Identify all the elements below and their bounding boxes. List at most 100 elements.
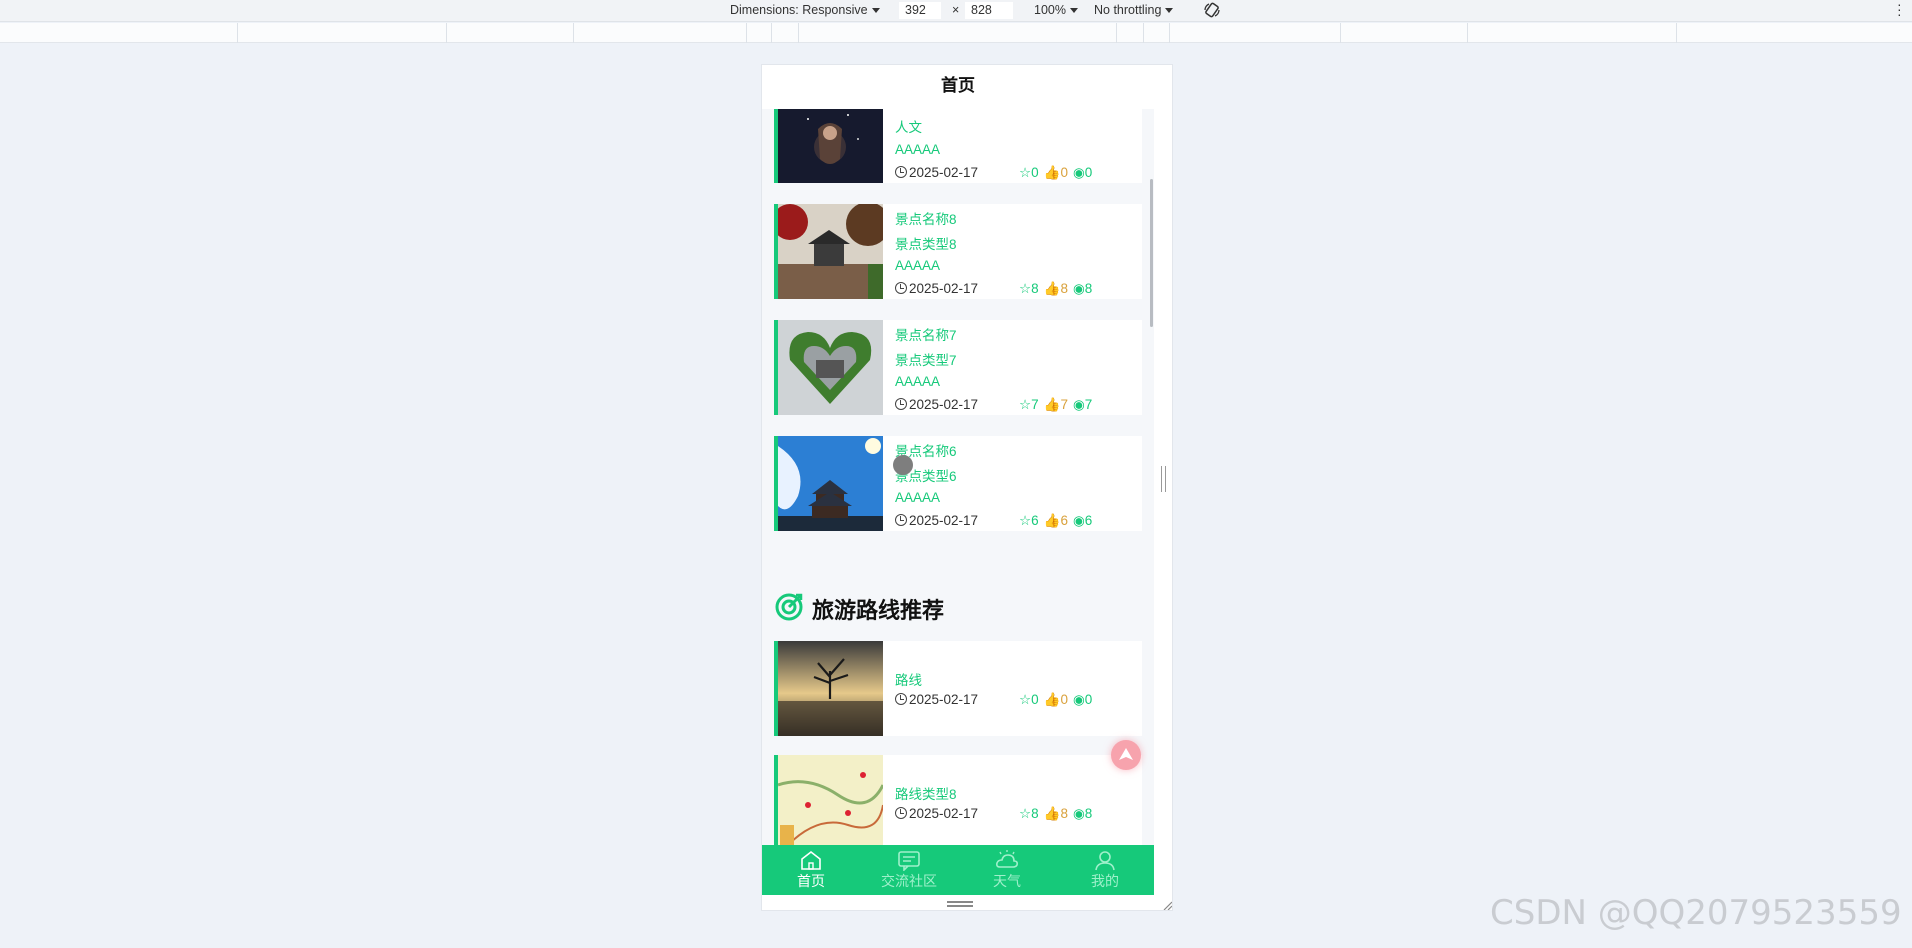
clock-icon <box>895 514 907 526</box>
thumbs-up-icon: 👍 <box>1043 165 1061 180</box>
page-content[interactable]: 人文 AAAAA 2025-02-17 ☆0 👍0 ◉0 景点名称8 景点类型8… <box>762 109 1154 845</box>
width-input[interactable]: 392 <box>899 2 941 19</box>
favorite-count[interactable]: ☆6 <box>1019 513 1039 528</box>
favorite-count[interactable]: ☆0 <box>1019 692 1039 707</box>
eye-icon: ◉ <box>1072 165 1085 180</box>
back-to-top-button[interactable] <box>1111 740 1141 770</box>
spot-card[interactable]: 人文 AAAAA 2025-02-17 ☆0 👍0 ◉0 <box>774 109 1142 183</box>
corner-resize-icon[interactable] <box>1162 900 1172 910</box>
home-icon <box>801 850 821 870</box>
thumbs-up-icon: 👍 <box>1043 692 1061 707</box>
routes-section-title: 旅游路线推荐 <box>774 592 944 625</box>
favorite-count[interactable]: ☆8 <box>1019 281 1039 296</box>
view-count: ◉0 <box>1072 165 1093 180</box>
spot-name[interactable]: 景点名称8 <box>895 208 957 228</box>
user-icon <box>1095 851 1115 871</box>
bottom-tabbar: 首页 交流社区 天气 我的 <box>762 845 1154 895</box>
side-resize-handle[interactable] <box>1161 466 1166 492</box>
spot-date: 2025-02-17 <box>895 513 978 528</box>
spot-name[interactable]: 景点名称7 <box>895 324 957 344</box>
page-title: 首页 <box>762 65 1154 109</box>
view-count: ◉8 <box>1072 806 1093 821</box>
route-stats: ☆0 👍0 ◉0 <box>1019 692 1097 708</box>
thumbs-up-icon: 👍 <box>1043 281 1061 296</box>
spot-level: AAAAA <box>895 374 941 389</box>
route-date: 2025-02-17 <box>895 692 978 707</box>
spot-type: 人文 <box>895 120 922 135</box>
route-type[interactable]: 路线 <box>895 669 922 689</box>
target-icon <box>775 593 803 621</box>
route-image <box>778 641 883 736</box>
clock-icon <box>895 398 907 410</box>
spot-type: 景点类型8 <box>895 237 957 252</box>
like-count[interactable]: 👍7 <box>1044 397 1068 412</box>
spot-card[interactable]: 景点名称6 景点类型6 AAAAA 2025-02-17 ☆6 👍6 ◉6 <box>774 436 1142 531</box>
route-image <box>778 755 883 845</box>
favorite-count[interactable]: ☆0 <box>1019 165 1039 180</box>
like-count[interactable]: 👍8 <box>1044 281 1068 296</box>
spot-image <box>778 204 883 299</box>
dimensions-dropdown[interactable]: Dimensions: Responsive <box>730 3 880 17</box>
spot-stats: ☆8 👍8 ◉8 <box>1019 281 1097 297</box>
scrollbar[interactable] <box>1150 179 1153 327</box>
clock-icon <box>895 807 907 819</box>
media-query-ruler <box>0 23 1912 43</box>
throttling-dropdown[interactable]: No throttling <box>1094 3 1174 17</box>
height-input[interactable]: 828 <box>965 2 1013 19</box>
spot-level: AAAAA <box>895 142 941 157</box>
more-options-icon[interactable]: · · · <box>1897 0 1902 21</box>
tab-home[interactable]: 首页 <box>762 845 860 895</box>
spot-stats: ☆7 👍7 ◉7 <box>1019 397 1097 413</box>
route-card[interactable]: 路线 2025-02-17 ☆0 👍0 ◉0 <box>774 641 1142 736</box>
spot-image <box>778 109 883 183</box>
eye-icon: ◉ <box>1072 513 1085 528</box>
spot-level: AAAAA <box>895 490 941 505</box>
tab-weather[interactable]: 天气 <box>958 845 1056 895</box>
watermark: CSDN @QQ2079523559 <box>1490 893 1902 933</box>
view-count: ◉0 <box>1072 692 1093 707</box>
route-type[interactable]: 路线类型8 <box>895 783 957 803</box>
chat-icon <box>898 851 920 871</box>
bottom-resize-handle[interactable] <box>947 901 973 903</box>
spot-date: 2025-02-17 <box>895 165 978 180</box>
spot-level: AAAAA <box>895 258 941 273</box>
spot-image <box>778 320 883 415</box>
spot-stats: ☆0 👍0 ◉0 <box>1019 165 1097 181</box>
like-count[interactable]: 👍8 <box>1044 806 1068 821</box>
thumbs-up-icon: 👍 <box>1043 513 1061 528</box>
spot-card[interactable]: 景点名称8 景点类型8 AAAAA 2025-02-17 ☆8 👍8 ◉8 <box>774 204 1142 299</box>
tab-community[interactable]: 交流社区 <box>860 845 958 895</box>
spot-image <box>778 436 883 531</box>
tab-mine[interactable]: 我的 <box>1056 845 1154 895</box>
thumbs-up-icon: 👍 <box>1043 806 1061 821</box>
thumbs-up-icon: 👍 <box>1043 397 1061 412</box>
zoom-dropdown[interactable]: 100% <box>1034 3 1078 17</box>
view-count: ◉8 <box>1072 281 1093 296</box>
device-frame: 首页 人文 AAAAA 2025-02-17 ☆0 👍0 ◉0 景点名称8 景点… <box>761 64 1173 911</box>
view-count: ◉6 <box>1072 513 1093 528</box>
like-count[interactable]: 👍0 <box>1044 692 1068 707</box>
eye-icon: ◉ <box>1072 281 1085 296</box>
spot-date: 2025-02-17 <box>895 397 978 412</box>
route-date: 2025-02-17 <box>895 806 978 821</box>
favorite-count[interactable]: ☆7 <box>1019 397 1039 412</box>
rotate-icon[interactable] <box>1203 1 1221 22</box>
times-sign: × <box>952 3 960 17</box>
eye-icon: ◉ <box>1072 806 1085 821</box>
route-card[interactable]: 路线类型8 2025-02-17 ☆8 👍8 ◉8 <box>774 755 1142 845</box>
view-count: ◉7 <box>1072 397 1093 412</box>
spot-date: 2025-02-17 <box>895 281 978 296</box>
like-count[interactable]: 👍0 <box>1044 165 1068 180</box>
clock-icon <box>895 282 907 294</box>
devtools-toolbar: Dimensions: Responsive 392 × 828 100% No… <box>0 0 1912 22</box>
route-stats: ☆8 👍8 ◉8 <box>1019 806 1097 822</box>
eye-icon: ◉ <box>1072 397 1085 412</box>
spot-stats: ☆6 👍6 ◉6 <box>1019 513 1097 529</box>
like-count[interactable]: 👍6 <box>1044 513 1068 528</box>
weather-icon <box>996 850 1018 868</box>
spot-type: 景点类型7 <box>895 353 957 368</box>
favorite-count[interactable]: ☆8 <box>1019 806 1039 821</box>
clock-icon <box>895 166 907 178</box>
touch-cursor <box>893 455 913 475</box>
spot-card[interactable]: 景点名称7 景点类型7 AAAAA 2025-02-17 ☆7 👍7 ◉7 <box>774 320 1142 415</box>
